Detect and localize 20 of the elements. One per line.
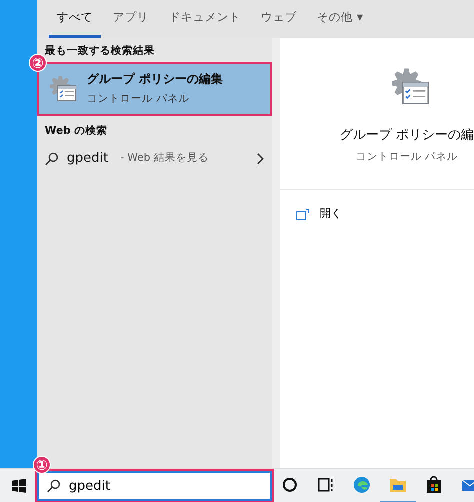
- search-field[interactable]: gpedit: [37, 471, 272, 501]
- preview-subtitle: コントロール パネル: [356, 150, 458, 164]
- open-action[interactable]: 開く: [296, 206, 474, 223]
- result-title: グループ ポリシーの編集: [87, 70, 224, 88]
- section-heading: Web の検索: [44, 124, 109, 138]
- tab[interactable]: アプリ: [105, 0, 157, 38]
- chevron-icon: [256, 153, 264, 165]
- open-icon: [296, 208, 310, 220]
- search-icon: [47, 479, 61, 493]
- windows-icon: [12, 478, 26, 492]
- web-query: gpedit: [67, 150, 108, 168]
- tab[interactable]: その他 ▼: [309, 0, 372, 38]
- tab[interactable]: ドキュメント: [161, 0, 249, 38]
- web-result-row[interactable]: gpedit - Web 結果を見る: [37, 143, 272, 175]
- result-subtitle: コントロール パネル: [87, 92, 190, 107]
- web-hint: - Web 結果を見る: [120, 151, 209, 166]
- preview-title: グループ ポリシーの編: [340, 127, 474, 145]
- tab[interactable]: ウェブ: [253, 0, 305, 38]
- search-icon: [45, 152, 59, 166]
- section-heading: 最も一致する検索結果: [44, 44, 156, 59]
